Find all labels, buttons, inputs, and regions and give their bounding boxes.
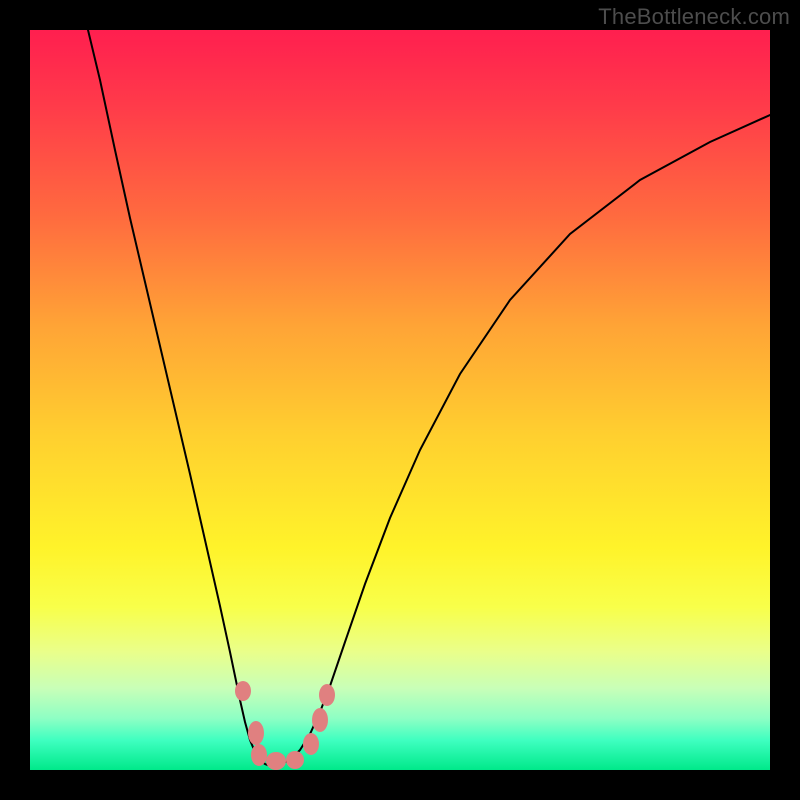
data-marker-1	[248, 721, 264, 745]
data-marker-0	[235, 681, 251, 701]
chart-frame: TheBottleneck.com	[0, 0, 800, 800]
marker-group	[235, 681, 335, 770]
data-marker-3	[266, 752, 286, 770]
data-marker-2	[251, 744, 267, 766]
data-marker-4	[286, 751, 304, 769]
watermark-text: TheBottleneck.com	[598, 4, 790, 30]
chart-svg	[30, 30, 770, 770]
data-marker-5	[303, 733, 319, 755]
data-marker-7	[319, 684, 335, 706]
curve-right-curve	[270, 115, 770, 766]
curve-left-curve	[88, 30, 270, 766]
data-marker-6	[312, 708, 328, 732]
chart-plot-area	[30, 30, 770, 770]
curve-group	[88, 30, 770, 766]
